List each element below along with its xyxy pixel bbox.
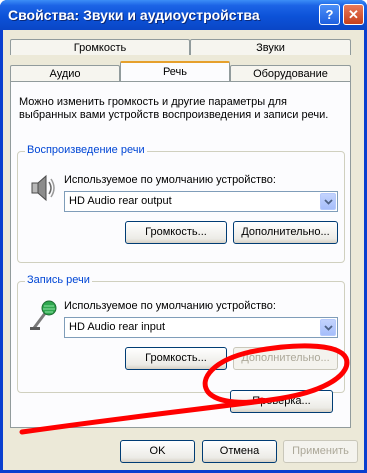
- playback-device-select[interactable]: HD Audio rear output: [64, 191, 338, 212]
- cancel-button[interactable]: Отмена: [202, 440, 277, 463]
- playback-device-value: HD Audio rear output: [69, 195, 172, 207]
- tab-audio[interactable]: Аудио: [10, 65, 120, 81]
- recording-group-title: Запись речи: [25, 274, 92, 286]
- playback-volume-button[interactable]: Громкость...: [125, 221, 227, 244]
- chevron-down-icon[interactable]: [320, 193, 336, 210]
- description-line-1: Можно изменить громкость и другие параме…: [19, 96, 287, 108]
- speaker-icon: [31, 174, 55, 202]
- playback-group: Воспроизведение речи Используемое по умо…: [17, 144, 345, 263]
- recording-volume-button[interactable]: Громкость...: [125, 347, 227, 370]
- description-line-2: выбранных вами устройств воспроизведения…: [19, 109, 329, 121]
- chevron-down-icon[interactable]: [320, 319, 336, 336]
- tab-sounds[interactable]: Звуки: [190, 39, 351, 55]
- tab-volume[interactable]: Громкость: [10, 39, 190, 55]
- recording-device-select[interactable]: HD Audio rear input: [64, 317, 338, 338]
- recording-device-label: Используемое по умолчанию устройство:: [64, 300, 276, 312]
- dialog-client-area: Громкость Звуки Аудио Речь Оборудование …: [3, 30, 364, 470]
- tab-speech[interactable]: Речь: [120, 61, 230, 81]
- tab-hardware[interactable]: Оборудование: [230, 65, 351, 81]
- help-button[interactable]: ?: [319, 4, 340, 25]
- speech-tab-panel: Можно изменить громкость и другие параме…: [10, 81, 351, 428]
- recording-device-value: HD Audio rear input: [69, 321, 165, 333]
- window-title: Свойства: Звуки и аудиоустройства: [8, 7, 260, 23]
- playback-group-title: Воспроизведение речи: [25, 144, 147, 156]
- microphone-icon: [30, 300, 57, 330]
- ok-button[interactable]: OK: [120, 440, 195, 463]
- recording-advanced-button: Дополнительно...: [233, 347, 338, 370]
- apply-button: Применить: [283, 440, 358, 463]
- test-button[interactable]: Проверка...: [230, 390, 333, 413]
- recording-group: Запись речи Используемое по умолчанию ус…: [17, 274, 345, 393]
- title-bar[interactable]: Свойства: Звуки и аудиоустройства ? ✕: [0, 0, 367, 30]
- playback-advanced-button[interactable]: Дополнительно...: [233, 221, 338, 244]
- playback-device-label: Используемое по умолчанию устройство:: [64, 174, 276, 186]
- dialog-window: Свойства: Звуки и аудиоустройства ? ✕ Гр…: [0, 0, 367, 473]
- close-button[interactable]: ✕: [343, 4, 364, 25]
